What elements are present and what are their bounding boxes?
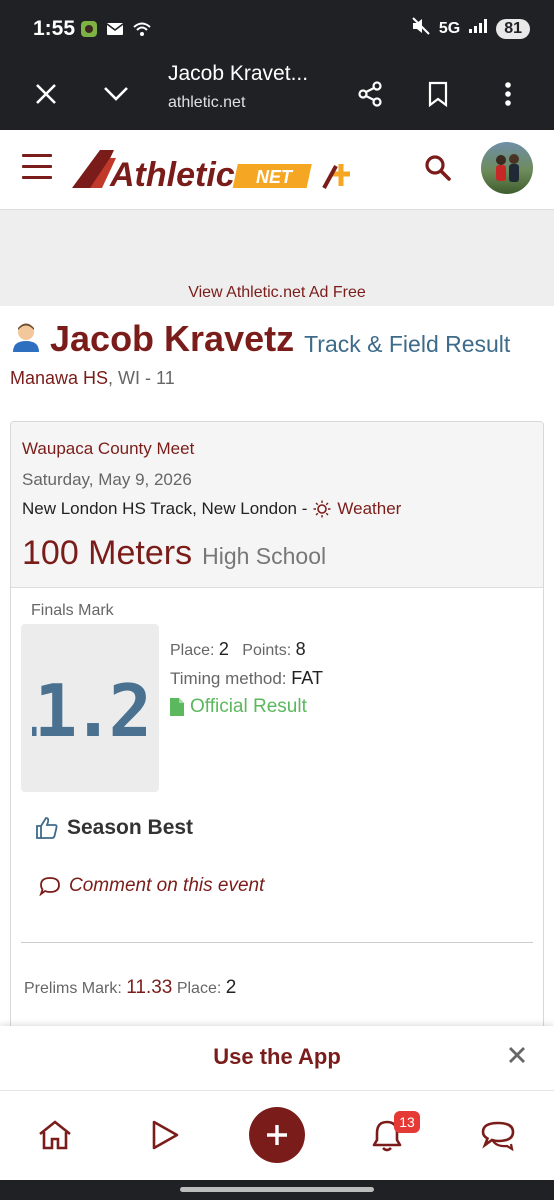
meet-date: Saturday, May 9, 2026 — [22, 470, 192, 489]
thumbs-up-icon — [36, 817, 58, 839]
plus-icon — [267, 1125, 287, 1145]
nav-messages[interactable] — [478, 1115, 518, 1155]
points-value: 8 — [295, 639, 306, 659]
official-result-link[interactable]: Official Result — [170, 696, 307, 718]
place-label: Place: — [170, 642, 215, 659]
school-line: Manawa HS, WI - 11 — [10, 368, 175, 389]
prelims-label: Prelims Mark: — [24, 980, 122, 997]
more-vertical-icon — [505, 82, 511, 106]
page-title: Jacob Kravet... — [168, 62, 309, 85]
use-app-link[interactable]: Use the App — [0, 1044, 554, 1070]
status-bar: 1:55 5G 81 — [0, 0, 554, 58]
timing-value: FAT — [291, 668, 323, 688]
mail-icon — [106, 22, 124, 41]
close-tab-button[interactable] — [26, 74, 66, 114]
battery-level: 81 — [504, 19, 522, 37]
sun-icon — [313, 500, 331, 518]
prelims-mark[interactable]: 11.33 — [126, 977, 172, 998]
timing-label: Timing method: — [170, 669, 287, 688]
collapse-button[interactable] — [96, 74, 136, 114]
more-options-button[interactable] — [488, 74, 528, 114]
app-notification-icon — [80, 20, 98, 43]
event-name[interactable]: 100 Meters — [22, 534, 192, 573]
bookmark-button[interactable] — [418, 74, 458, 114]
status-time: 1:55 — [33, 17, 76, 40]
season-best-label: Season Best — [67, 816, 194, 839]
status-right-icons: 5G 81 — [411, 17, 530, 40]
prelims-line: Prelims Mark: 11.33 Place: 2 — [24, 977, 236, 999]
event-level: High School — [202, 543, 327, 569]
athletic-net-logo[interactable]: Athletic NET — [70, 144, 360, 198]
wifi-icon — [132, 21, 152, 42]
page-url[interactable]: athletic.net — [168, 94, 245, 112]
result-card-header: Waupaca County Meet Saturday, May 9, 202… — [11, 422, 543, 588]
divider — [21, 942, 533, 943]
place-value: 2 — [218, 639, 229, 659]
bookmark-icon — [428, 81, 448, 107]
search-icon — [425, 155, 451, 181]
bottom-navigation — [0, 1090, 554, 1180]
profile-photo — [481, 142, 533, 194]
status-notification-icons — [80, 20, 152, 43]
menu-button[interactable] — [22, 154, 52, 180]
athlete-heading: Jacob Kravetz Track & Field Result — [10, 318, 510, 360]
finals-mark-box: 11.21 — [21, 624, 159, 792]
notification-count-badge: 13 — [394, 1111, 420, 1133]
prelims-place-label: Place: — [176, 980, 222, 997]
comment-icon — [39, 877, 60, 896]
meet-name-link[interactable]: Waupaca County Meet — [22, 439, 194, 459]
location-text: New London HS Track, New London - — [22, 499, 308, 518]
finals-mark: 11.21 — [32, 670, 148, 746]
signal-icon — [468, 18, 488, 39]
ad-area: View Athletic.net Ad Free — [0, 210, 554, 306]
comment-label: Comment on this event — [69, 875, 265, 896]
play-icon — [152, 1120, 179, 1150]
network-type: 5G — [438, 19, 461, 37]
weather-link[interactable]: Weather — [313, 499, 401, 519]
nav-add-button[interactable] — [249, 1107, 305, 1163]
close-icon — [509, 1047, 525, 1063]
chevron-down-icon — [104, 87, 128, 101]
result-type-label: Track & Field Result — [304, 330, 511, 357]
athlete-name[interactable]: Jacob Kravetz — [50, 318, 294, 360]
prelims-place: 2 — [225, 977, 237, 998]
system-gesture-area — [0, 1180, 554, 1200]
site-header: Athletic NET — [0, 130, 554, 210]
gesture-handle[interactable] — [180, 1187, 374, 1192]
logo-net-text: NET — [256, 167, 294, 187]
weather-label: Weather — [337, 499, 402, 518]
timing-line: Timing method: FAT — [170, 668, 323, 689]
person-icon — [10, 321, 42, 358]
event-row: 100 Meters High School — [22, 534, 326, 573]
official-result-label: Official Result — [190, 696, 307, 717]
result-card: Waupaca County Meet Saturday, May 9, 202… — [10, 421, 544, 1061]
school-suffix: , WI - 11 — [108, 368, 175, 388]
mute-icon — [411, 17, 431, 40]
document-icon — [170, 698, 184, 716]
dismiss-banner-button[interactable] — [506, 1044, 530, 1068]
use-app-banner: Use the App — [0, 1026, 554, 1090]
home-icon — [39, 1120, 71, 1150]
battery-indicator: 81 — [496, 18, 530, 39]
points-label: Points: — [242, 642, 292, 659]
browser-toolbar: Jacob Kravet... athletic.net — [0, 58, 554, 130]
season-best: Season Best — [35, 816, 193, 840]
nav-video[interactable] — [145, 1115, 185, 1155]
place-points-line: Place: 2 Points: 8 — [170, 639, 306, 660]
close-icon — [36, 84, 56, 104]
finals-mark-digital: 11.21 — [32, 670, 148, 746]
school-link[interactable]: Manawa HS — [10, 368, 108, 388]
avatar[interactable] — [481, 142, 533, 194]
nav-home[interactable] — [35, 1115, 75, 1155]
search-button[interactable] — [424, 154, 454, 184]
share-button[interactable] — [350, 74, 390, 114]
finals-label: Finals Mark — [31, 602, 114, 619]
ad-free-link[interactable]: View Athletic.net Ad Free — [0, 284, 554, 302]
share-icon — [358, 81, 382, 107]
meet-location: New London HS Track, New London - Weathe… — [22, 499, 401, 519]
comment-link[interactable]: Comment on this event — [39, 875, 264, 897]
chat-icon — [481, 1121, 515, 1151]
logo-text: Athletic — [109, 156, 235, 194]
